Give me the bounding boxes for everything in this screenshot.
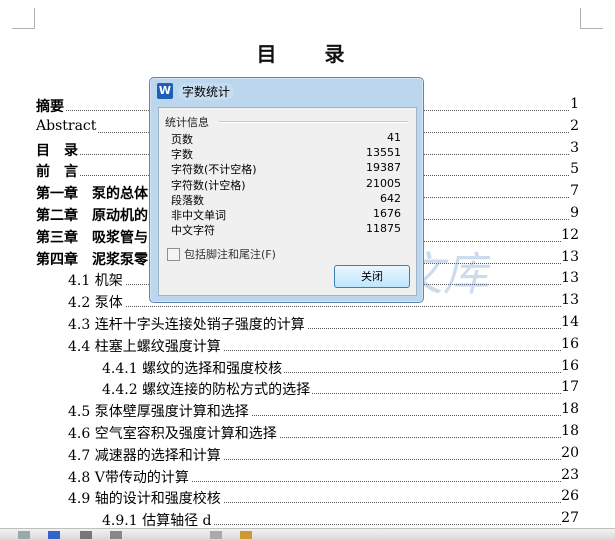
toolbar-icon[interactable] bbox=[240, 531, 252, 539]
dialog-titlebar[interactable]: W 字数统计 bbox=[150, 78, 423, 104]
stat-label: 字符数(计空格) bbox=[171, 178, 246, 192]
toc-entry[interactable]: 4.3 连杆十字头连接处销子强度的计算 14 bbox=[0, 314, 615, 336]
toc-page-number: 18 bbox=[561, 401, 579, 418]
toc-page-number: 7 bbox=[570, 183, 579, 200]
toc-entry-label: 4.4.1 螺纹的选择和强度校核 bbox=[102, 357, 285, 378]
stat-value: 41 bbox=[387, 131, 401, 144]
toc-entry[interactable]: 4.4 柱塞上螺纹强度计算 16 bbox=[0, 335, 615, 358]
toolbar-icon[interactable] bbox=[210, 531, 222, 539]
toc-entry-label: 4.2 泵体 bbox=[68, 292, 125, 313]
toolbar-icon[interactable] bbox=[18, 531, 30, 539]
toc-entry-label: 4.7 减速器的选择和计算 bbox=[68, 444, 223, 465]
toc-page-number: 13 bbox=[561, 292, 579, 309]
toc-page-number: 27 bbox=[561, 510, 579, 527]
stat-label: 非中文单词 bbox=[171, 209, 226, 222]
toc-page-number: 12 bbox=[561, 226, 579, 243]
toc-entry-label: 4.8 V带传动的计算 bbox=[68, 466, 191, 487]
stat-label: 字数 bbox=[171, 148, 193, 162]
dialog-title: 字数统计 bbox=[178, 83, 235, 100]
toolbar-icon[interactable] bbox=[80, 531, 92, 539]
stat-label: 段落数 bbox=[171, 193, 204, 207]
toc-leader-dots bbox=[68, 306, 571, 308]
toc-entry[interactable]: 4.4.2 螺纹连接的防松方式的选择 17 bbox=[0, 379, 615, 401]
toc-entry-label: 摘要 bbox=[36, 96, 66, 116]
stat-value: 19387 bbox=[366, 161, 401, 175]
include-footnotes-checkbox[interactable] bbox=[167, 248, 180, 261]
toc-entry-label: 第一章 泵的总体 bbox=[36, 183, 150, 204]
stat-row: 中文字符 11875 bbox=[171, 222, 401, 237]
toc-page-number: 1 bbox=[570, 96, 579, 112]
toc-page-number: 17 bbox=[561, 379, 579, 396]
toc-page-number: 13 bbox=[561, 248, 579, 265]
toc-page-number: 2 bbox=[570, 117, 579, 134]
stat-label: 页数 bbox=[171, 133, 193, 146]
dialog-body: 统计信息 页数 41 字数 13551 字符数(不计空格) 19387 字符数(计空格) 21… bbox=[158, 107, 417, 296]
include-footnotes-label[interactable]: 包括脚注和尾注(F) bbox=[184, 246, 276, 262]
stat-row: 字符数(不计空格) 19387 bbox=[171, 161, 401, 176]
stat-row: 字符数(计空格) 21005 bbox=[171, 177, 401, 192]
group-divider bbox=[219, 121, 408, 123]
stat-value: 13551 bbox=[366, 146, 401, 160]
toc-page-number: 20 bbox=[561, 444, 579, 461]
toc-entry-label: 4.5 泵体壁厚强度计算和选择 bbox=[68, 401, 251, 422]
toc-entry[interactable]: 4.7 减速器的选择和计算 20 bbox=[0, 444, 615, 467]
toc-entry-label: 4.1 机架 bbox=[68, 270, 125, 291]
stat-value: 21005 bbox=[366, 176, 401, 190]
word-count-dialog: W 字数统计 统计信息 页数 41 字数 13551 字符数(不计空格) 19387 字符数… bbox=[149, 77, 424, 303]
stat-row: 页数 41 bbox=[171, 131, 401, 146]
toc-entry[interactable]: 4.6 空气室容积及强度计算和选择 18 bbox=[0, 423, 615, 445]
wps-writer-icon: W bbox=[157, 83, 173, 99]
toc-entry-label: 第四章 泥浆泵零 bbox=[36, 248, 150, 269]
toc-entry-label: 4.9 轴的设计和强度校核 bbox=[68, 488, 223, 509]
toc-entry[interactable]: 4.4.1 螺纹的选择和强度校核 16 bbox=[0, 357, 615, 380]
stat-value: 1676 bbox=[373, 207, 401, 220]
toc-entry-label: 4.6 空气室容积及强度计算和选择 bbox=[68, 423, 279, 443]
stat-row: 段落数 642 bbox=[171, 192, 401, 207]
toc-page-number: 18 bbox=[561, 423, 579, 439]
toc-entry-label: 目 录 bbox=[36, 139, 80, 160]
toc-entry-label: Abstract bbox=[36, 117, 99, 134]
toc-entry-label: 第三章 吸浆管与 bbox=[36, 226, 150, 247]
page-corner-mark bbox=[580, 8, 603, 29]
stat-label: 字符数(不计空格) bbox=[171, 163, 257, 177]
toc-page-number: 3 bbox=[570, 139, 579, 156]
bottom-toolbar bbox=[0, 528, 615, 540]
toc-entry-label: 4.3 连杆十字头连接处销子强度的计算 bbox=[68, 314, 307, 334]
toc-entry[interactable]: 4.9 轴的设计和强度校核 26 bbox=[0, 488, 615, 510]
toc-page-number: 5 bbox=[570, 161, 579, 178]
stat-value: 642 bbox=[380, 191, 401, 205]
stat-row: 非中文单词 1676 bbox=[171, 207, 401, 222]
stat-value: 11875 bbox=[366, 222, 401, 236]
toc-entry-label: 4.4.2 螺纹连接的防松方式的选择 bbox=[102, 379, 313, 400]
toc-page-number: 26 bbox=[561, 488, 579, 505]
toc-page-number: 9 bbox=[570, 205, 579, 221]
toc-page-number: 14 bbox=[561, 314, 579, 330]
toc-page-number: 13 bbox=[561, 270, 579, 287]
toc-page-number: 16 bbox=[561, 357, 579, 374]
toc-page-number: 16 bbox=[561, 335, 579, 352]
stats-group-label: 统计信息 bbox=[165, 116, 209, 129]
stat-row: 字数 13551 bbox=[171, 146, 401, 161]
page-corner-mark bbox=[12, 8, 35, 29]
toc-page-number: 23 bbox=[561, 466, 579, 483]
toc-entry[interactable]: 4.5 泵体壁厚强度计算和选择 18 bbox=[0, 401, 615, 423]
toc-entry-label: 第二章 原动机的 bbox=[36, 205, 150, 225]
toolbar-icon[interactable] bbox=[110, 531, 122, 539]
font-color-icon[interactable] bbox=[48, 531, 60, 539]
toc-entry-label: 4.4 柱塞上螺纹强度计算 bbox=[68, 335, 223, 356]
close-button[interactable]: 关闭 bbox=[334, 265, 410, 288]
toc-entry[interactable]: 4.8 V带传动的计算 23 bbox=[0, 466, 615, 489]
stat-label: 中文字符 bbox=[171, 224, 215, 238]
toc-title: 目 录 bbox=[256, 42, 359, 66]
toc-entry-label: 前 言 bbox=[36, 161, 80, 182]
